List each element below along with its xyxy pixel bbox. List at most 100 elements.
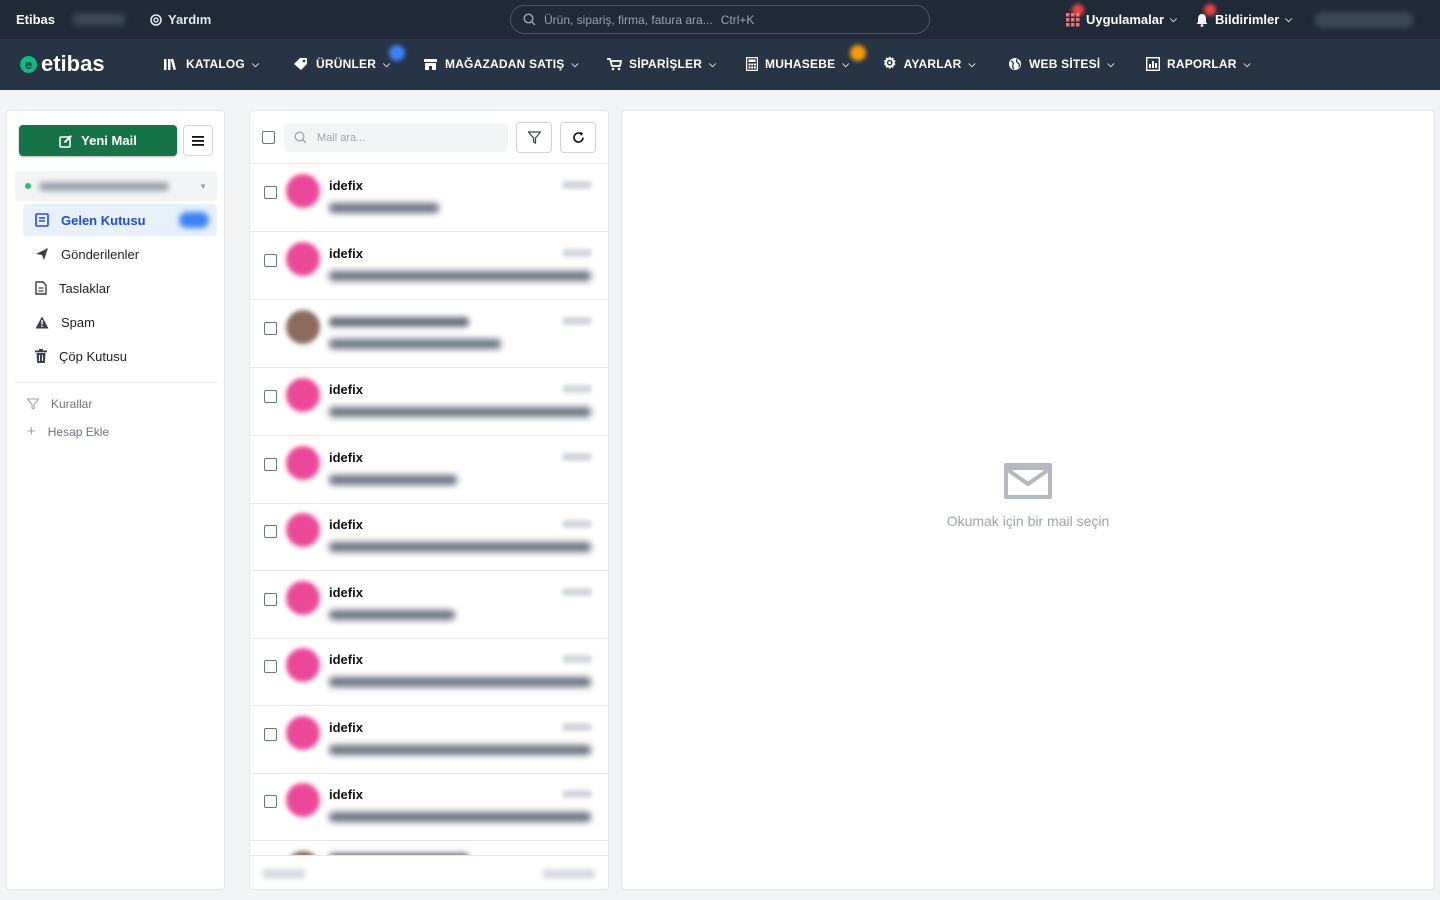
nav-raporlar[interactable]: RAPORLAR ⌵ xyxy=(1146,57,1251,71)
mail-subject xyxy=(329,610,455,620)
folder-inbox[interactable]: Gelen Kutusu xyxy=(23,204,217,236)
send-icon xyxy=(36,248,48,260)
mail-checkbox[interactable] xyxy=(264,458,277,471)
compose-icon xyxy=(59,134,73,148)
folder-sent[interactable]: Gönderilenler xyxy=(23,238,217,270)
mail-row[interactable] xyxy=(250,300,608,368)
new-mail-label: Yeni Mail xyxy=(81,133,137,148)
nav-label: RAPORLAR xyxy=(1167,57,1237,71)
nav-magazadan-satis[interactable]: MAĞAZADAN SATIŞ ⌵ xyxy=(423,57,578,71)
mail-time xyxy=(562,385,592,393)
nav-siparisler[interactable]: SİPARİŞLER ⌵ xyxy=(607,57,716,71)
mail-row[interactable]: idefix xyxy=(250,232,608,300)
mail-row[interactable]: idefix xyxy=(250,164,608,232)
nav-label: SİPARİŞLER xyxy=(629,57,703,71)
mail-checkbox[interactable] xyxy=(264,390,277,403)
global-search-placeholder: Ürün, sipariş, firma, fatura ara... xyxy=(544,12,713,27)
filter-button[interactable] xyxy=(516,122,552,153)
folder-label: Çöp Kutusu xyxy=(59,348,127,364)
nav-katalog[interactable]: KATALOG ⌵ xyxy=(164,57,259,71)
mail-subject xyxy=(329,677,591,687)
sender-avatar xyxy=(286,581,320,615)
add-account-label: Hesap Ekle xyxy=(47,425,110,439)
folder-trash[interactable]: Çöp Kutusu xyxy=(23,340,217,372)
mail-sender: idefix xyxy=(329,178,363,193)
mail-row[interactable]: idefix xyxy=(250,503,608,571)
mail-row[interactable]: idefix xyxy=(250,368,608,436)
nav-label: MUHASEBE xyxy=(765,57,836,71)
folder-drafts[interactable]: Taslaklar xyxy=(23,272,217,304)
filter-icon xyxy=(527,131,541,144)
sender-avatar xyxy=(286,513,320,547)
refresh-button[interactable] xyxy=(560,122,596,153)
mail-time xyxy=(562,181,592,189)
globe-icon xyxy=(1009,58,1021,70)
user-menu[interactable] xyxy=(1314,12,1414,28)
nav-ayarlar[interactable]: ⚙ AYARLAR ⌵ xyxy=(883,55,976,72)
chevron-down-icon: ⌵ xyxy=(1243,58,1251,69)
chevron-down-icon: ⌵ xyxy=(709,58,717,69)
sender-avatar xyxy=(286,310,320,344)
company-chip[interactable] xyxy=(72,13,126,26)
mail-sender: idefix xyxy=(329,450,363,465)
calculator-icon xyxy=(746,57,758,71)
nav-web-sitesi[interactable]: WEB SİTESİ ⌵ xyxy=(1008,57,1114,71)
mail-row[interactable]: idefix xyxy=(250,773,608,841)
urunler-badge xyxy=(389,45,405,61)
empty-state: Okumak için bir mail seçin xyxy=(622,463,1434,529)
apps-label: Uygulamalar xyxy=(1086,12,1165,27)
rules-link[interactable]: Kurallar xyxy=(27,397,92,411)
apps-menu[interactable]: Uygulamalar ⌵ xyxy=(1066,12,1177,27)
top-bar: Etibas Yardım Ürün, sipariş, firma, fatu… xyxy=(0,0,1440,39)
mail-time xyxy=(562,249,592,257)
logo[interactable]: e etibas xyxy=(20,51,105,77)
notifications-menu[interactable]: Bildirimler ⌵ xyxy=(1195,12,1292,27)
account-selector[interactable]: ▼ xyxy=(15,171,217,201)
mail-checkbox[interactable] xyxy=(264,795,277,808)
notifications-label: Bildirimler xyxy=(1215,12,1280,27)
empty-state-text: Okumak için bir mail seçin xyxy=(946,513,1110,529)
folder-spam[interactable]: Spam xyxy=(23,306,217,338)
mail-row[interactable]: idefix xyxy=(250,638,608,706)
mail-checkbox[interactable] xyxy=(264,728,277,741)
folder-label: Gelen Kutusu xyxy=(61,212,146,228)
brand-name[interactable]: Etibas xyxy=(16,12,55,27)
bell-icon xyxy=(1196,13,1208,27)
sidebar-menu-button[interactable] xyxy=(183,125,213,156)
search-icon xyxy=(294,131,307,144)
folder-label: Spam xyxy=(61,314,95,330)
mail-row[interactable]: idefix xyxy=(250,571,608,639)
mail-checkbox[interactable] xyxy=(264,660,277,673)
mail-row[interactable]: idefix xyxy=(250,436,608,504)
folder-label: Gönderilenler xyxy=(61,246,140,262)
mail-list-toolbar: Mail ara... xyxy=(250,111,608,164)
mail-checkbox[interactable] xyxy=(264,186,277,199)
mail-sender: idefix xyxy=(329,382,363,397)
mail-checkbox[interactable] xyxy=(264,525,277,538)
mail-sender: idefix xyxy=(329,720,363,735)
nav-muhasebe[interactable]: MUHASEBE ⌵ xyxy=(746,57,849,71)
help-link[interactable]: Yardım xyxy=(150,12,211,27)
chevron-down-icon: ⌵ xyxy=(1170,14,1177,24)
mail-checkbox[interactable] xyxy=(264,254,277,267)
chevron-down-icon: ⌵ xyxy=(1107,58,1115,69)
mail-checkbox[interactable] xyxy=(264,593,277,606)
select-all-checkbox[interactable] xyxy=(262,131,275,144)
global-search[interactable]: Ürün, sipariş, firma, fatura ara... Ctrl… xyxy=(510,5,930,34)
hamburger-icon xyxy=(192,135,204,146)
mail-search-input[interactable]: Mail ara... xyxy=(284,123,508,152)
mail-reader-panel: Okumak için bir mail seçin xyxy=(621,110,1435,890)
gear-icon: ⚙ xyxy=(883,55,897,72)
nav-label: WEB SİTESİ xyxy=(1029,57,1101,71)
mail-pagination[interactable] xyxy=(542,870,596,878)
mail-checkbox[interactable] xyxy=(264,322,277,335)
inbox-icon xyxy=(35,213,49,227)
nav-urunler[interactable]: ÜRÜNLER ⌵ xyxy=(293,57,390,71)
mail-row[interactable]: idefix xyxy=(250,706,608,774)
nav-label: ÜRÜNLER xyxy=(316,57,377,71)
add-account-link[interactable]: + Hesap Ekle xyxy=(27,424,110,439)
chevron-down-icon: ⌵ xyxy=(1285,14,1293,24)
sender-avatar xyxy=(286,648,320,682)
mail-time xyxy=(562,520,592,528)
new-mail-button[interactable]: Yeni Mail xyxy=(19,125,177,156)
